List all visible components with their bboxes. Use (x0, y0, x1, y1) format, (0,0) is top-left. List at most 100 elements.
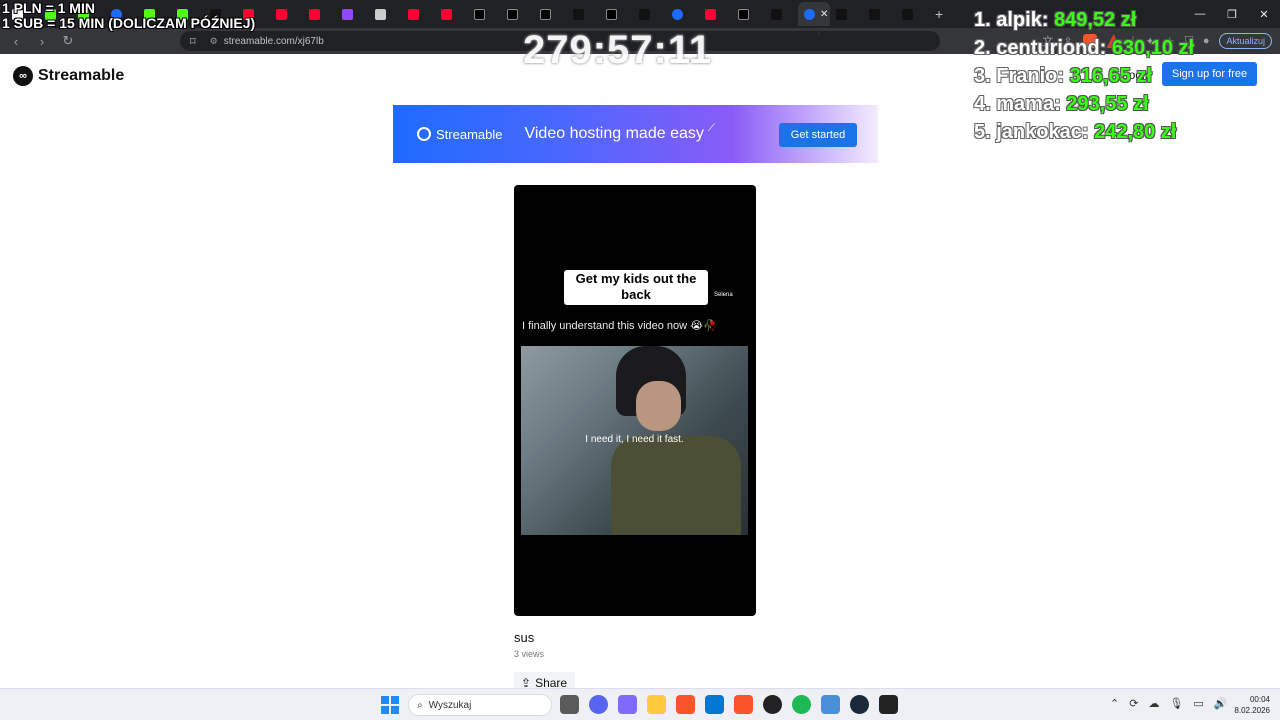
cloud-icon[interactable]: ☁ (1148, 697, 1159, 710)
donor-name: centuriond: (996, 37, 1107, 59)
browser-tab[interactable] (468, 2, 501, 26)
new-tab-button[interactable]: + (935, 6, 943, 22)
banner-brand: Streamable (436, 126, 503, 142)
system-tray: ⌃ ⟳ ☁ 🎙 ▭ 🔊 (1110, 697, 1228, 710)
share-button[interactable]: ⇪ Share (514, 672, 575, 688)
copilot-icon[interactable] (618, 695, 637, 714)
profile-icon[interactable]: ● (1203, 35, 1210, 47)
close-window-icon[interactable]: ✕ (1248, 0, 1280, 28)
x-icon (540, 8, 551, 20)
system-clock[interactable]: 00:04 8.02.2026 (1226, 694, 1270, 716)
close-tab-icon[interactable]: ✕ (820, 9, 828, 20)
leaderboard-row: 1. alpik: 849,52 zł (974, 6, 1194, 34)
browser-tab[interactable] (699, 2, 732, 26)
microphone-icon[interactable]: 🎙 (1169, 697, 1183, 710)
sync-icon[interactable]: ⟳ (1129, 697, 1138, 710)
browser-tab[interactable] (270, 2, 303, 26)
rule-pln: 1 PLN = 1 MIN (2, 0, 95, 16)
donor-rank: 2. (974, 37, 991, 59)
search-icon: ⌕ (417, 699, 423, 711)
chevron-up-icon[interactable]: ⌃ (1110, 697, 1119, 710)
browser-tab[interactable] (830, 2, 863, 26)
discord-icon[interactable] (589, 695, 608, 714)
donor-rank: 5. (974, 121, 991, 143)
youtube-icon (408, 8, 419, 20)
maximize-icon[interactable]: ❐ (1216, 0, 1248, 28)
streamable-icon (672, 8, 683, 20)
browser-tab[interactable] (402, 2, 435, 26)
video-player[interactable]: Get my kids out the back Selena I finall… (514, 185, 756, 616)
youtube-icon (441, 8, 452, 20)
view-count: 3 views (514, 649, 545, 659)
browser-tab[interactable] (765, 2, 798, 26)
browser-tab[interactable] (666, 2, 699, 26)
browser-tab[interactable] (369, 2, 402, 26)
donor-amount: 242,80 zł (1094, 121, 1177, 143)
x-icon (474, 8, 485, 20)
banner-tagline: Video hosting made easy (524, 125, 704, 142)
donor-amount: 316,65 zł (1069, 65, 1152, 87)
leaderboard-row: 4. mama: 293,55 zł (974, 90, 1194, 118)
notepad-icon[interactable] (821, 695, 840, 714)
brave-active-icon[interactable] (734, 695, 753, 714)
start-button-icon[interactable] (381, 696, 399, 714)
get-started-button[interactable]: Get started (779, 123, 857, 147)
youtube-icon (276, 8, 287, 20)
browser-tab[interactable] (534, 2, 567, 26)
donor-name: Franio: (996, 65, 1065, 87)
leaderboard-row: 5. jankokac: 242,80 zł (974, 118, 1194, 146)
leaderboard-row: 3. Franio: 316,65 zł (974, 62, 1194, 90)
twitch-icon (342, 8, 353, 20)
window-controls: — ❐ ✕ (1184, 0, 1280, 28)
browser-tab[interactable] (600, 2, 633, 26)
task-view-icon[interactable] (560, 695, 579, 714)
file-explorer-icon[interactable] (647, 695, 666, 714)
web-page: ∞ Streamable Login Sign up for free Stre… (0, 54, 1280, 688)
reload-icon[interactable]: ↻ (58, 31, 78, 51)
back-icon[interactable]: ‹ (6, 31, 26, 51)
browser-tab[interactable] (567, 2, 600, 26)
browser-tab[interactable] (435, 2, 468, 26)
streamable-logo-icon (417, 127, 431, 141)
leaderboard-row: 2. centuriond: 630,10 zł (974, 34, 1194, 62)
browser-tab[interactable] (303, 2, 336, 26)
tiktok-icon (902, 8, 913, 20)
search-placeholder: Wyszukaj (428, 699, 472, 711)
update-button[interactable]: Aktualizuj (1219, 33, 1272, 49)
streamable-logo-icon: ∞ (13, 66, 33, 86)
x-icon (507, 8, 518, 20)
share-label: Share (535, 676, 568, 688)
obs-icon[interactable] (763, 695, 782, 714)
browser-tab[interactable] (336, 2, 369, 26)
spotify-icon[interactable] (792, 695, 811, 714)
active-tab[interactable]: ✕ (798, 2, 830, 26)
site-info-icon[interactable]: ⚙ (210, 36, 218, 47)
store-icon[interactable] (705, 695, 724, 714)
donor-name: jankokac: (996, 121, 1089, 143)
network-icon[interactable]: ▭ (1193, 697, 1203, 710)
bookmark-icon[interactable]: ⌑ (190, 35, 196, 48)
video-sticker: Selena (714, 292, 733, 298)
browser-tab[interactable] (501, 2, 534, 26)
site-logo[interactable]: ∞ Streamable (13, 66, 124, 86)
tiktok-icon (639, 8, 650, 20)
steam-icon[interactable] (850, 695, 869, 714)
browser-tab[interactable] (633, 2, 666, 26)
text-cursor-icon: I (817, 26, 821, 40)
forward-icon[interactable]: › (32, 31, 52, 51)
x-icon (738, 8, 749, 20)
person-face (636, 381, 681, 431)
browser-tab[interactable] (896, 2, 929, 26)
capcut-icon[interactable] (879, 695, 898, 714)
browser-tab[interactable] (863, 2, 896, 26)
clock-time: 00:04 (1249, 695, 1270, 704)
video-caption: Get my kids out the back (564, 270, 708, 305)
browser-tab[interactable] (732, 2, 765, 26)
person-coat (611, 436, 741, 535)
donor-amount: 849,52 zł (1054, 9, 1137, 31)
tiktok-icon (771, 8, 782, 20)
taskbar-search[interactable]: ⌕ Wyszukaj (408, 694, 552, 716)
ad-banner[interactable]: Streamable Video hosting made easy ⟋ Get… (393, 105, 878, 163)
brave-icon[interactable] (676, 695, 695, 714)
donor-rank: 4. (974, 93, 991, 115)
